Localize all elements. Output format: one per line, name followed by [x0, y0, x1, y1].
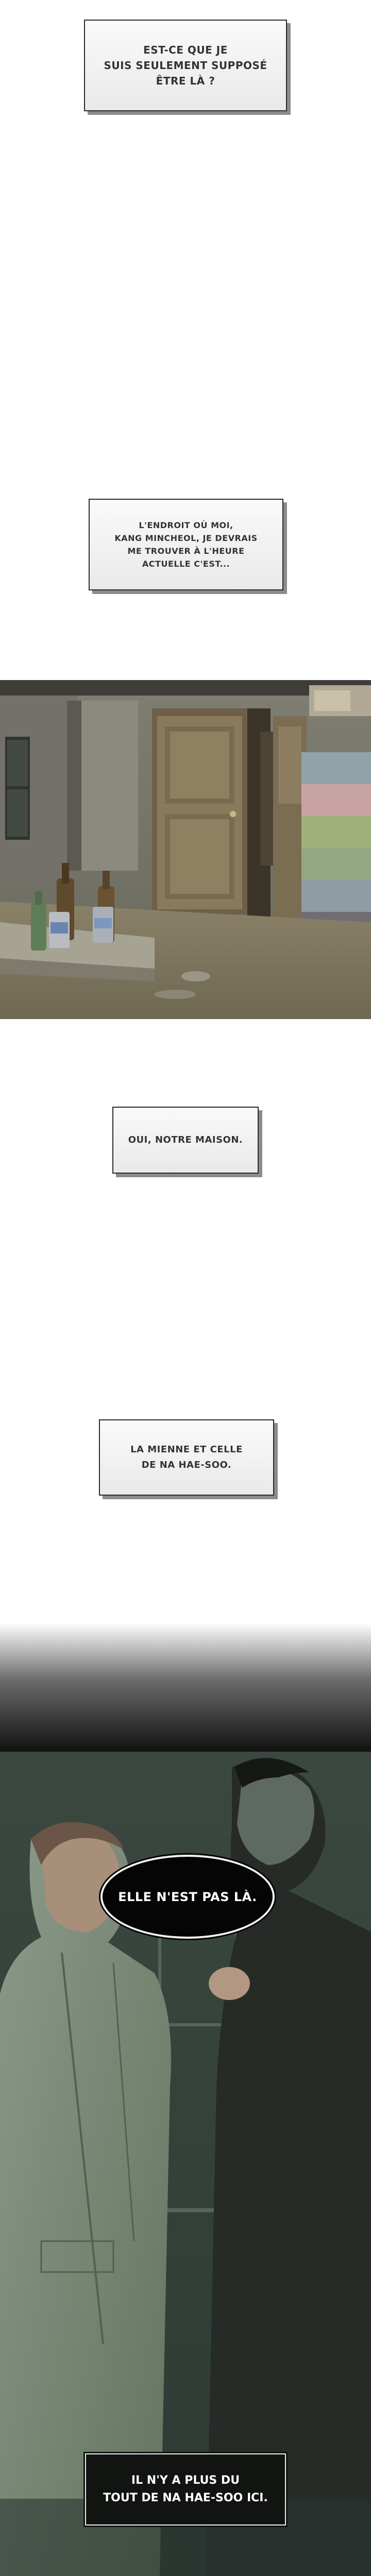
- apartment-illustration: [0, 680, 371, 1019]
- narration-caption-3: OUI, NOTRE MAISON.: [112, 1107, 259, 1174]
- narration-caption-4: LA MIENNE ET CELLE DE NA HAE-SOO.: [99, 1419, 274, 1496]
- confrontation-illustration: [0, 1623, 371, 2576]
- confrontation-panel: [0, 1623, 371, 2576]
- narration-caption-2: L'ENDROIT OÙ MOI, KANG MINCHEOL, JE DEVR…: [89, 499, 283, 590]
- speech-bubble-text: ELLE N'EST PAS LÀ.: [118, 1889, 257, 1904]
- speech-bubble: ELLE N'EST PAS LÀ.: [100, 1855, 275, 1939]
- narration-caption-5: IL N'Y A PLUS DU TOUT DE NA HAE-SOO ICI.: [85, 2453, 286, 2526]
- apartment-interior-panel: [0, 680, 371, 1019]
- narration-caption-1: EST-CE QUE JE SUIS SEULEMENT SUPPOSÉ ÊTR…: [84, 20, 287, 111]
